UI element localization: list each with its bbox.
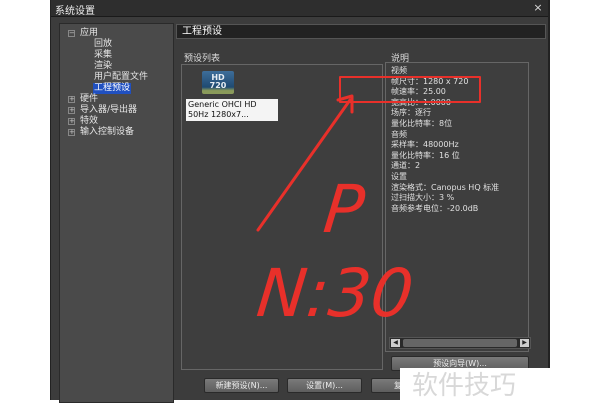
tree-item-capture[interactable]: 采集 [94,50,112,61]
scroll-left-icon[interactable]: ◀ [391,339,400,347]
system-settings-window: 系统设置 × − 应用 回放 采集 渲染 用户配置文件 工程预设 + 硬件 + … [50,0,550,403]
desc-line: 视频 [391,66,407,75]
desc-line: 量化比特率：16 位 [391,150,460,160]
desc-line: 帧尺寸：1280 x 720 [391,76,469,86]
settings-tree: − 应用 回放 采集 渲染 用户配置文件 工程预设 + 硬件 + 导入器/导出器… [59,23,174,403]
tree-item-application[interactable]: 应用 [80,28,98,39]
description-panel: 视频 帧尺寸：1280 x 720 帧速率：25.00 宽高比：1.0000 场… [385,62,529,352]
new-preset-button[interactable]: 新建预设(N)... [204,378,279,393]
expand-toggle-icon[interactable]: + [68,107,75,114]
preset-caption: Generic OHCI HD 50Hz 1280x7... [186,99,278,121]
desc-line: 音频参考电位：-20.0dB [391,203,479,213]
desc-line: 帧速率：25.00 [391,87,446,97]
preset-list-label: 预设列表 [184,54,221,64]
tree-item-user-profile[interactable]: 用户配置文件 [94,72,148,83]
desc-line: 渲染格式：Canopus HQ 标准 [391,182,500,192]
desc-line: 音频 [391,129,407,139]
desc-line: 通道：2 [391,161,421,171]
preset-list: HD 720 Generic OHCI HD 50Hz 1280x7... [181,64,383,370]
desc-line: 量化比特率：8位 [391,118,453,128]
section-header: 工程预设 [176,24,546,39]
settings-button[interactable]: 设置(M)... [287,378,362,393]
desc-line: 场序：逐行 [391,108,431,118]
desc-line: 过扫描大小：3 % [391,193,455,203]
desc-line: 采样率：48000Hz [391,140,459,150]
tree-item-render[interactable]: 渲染 [94,61,112,72]
tree-item-hardware[interactable]: 硬件 [80,94,98,105]
collapse-toggle-icon[interactable]: − [68,30,75,37]
scroll-thumb[interactable] [403,339,517,347]
tree-item-playback[interactable]: 回放 [94,39,112,50]
hd720-icon: HD 720 [202,71,234,94]
close-icon[interactable]: × [532,2,544,14]
scroll-right-icon[interactable]: ▶ [520,339,529,347]
window-title: 系统设置 [55,6,95,17]
tree-item-project-preset[interactable]: 工程预设 [93,83,132,94]
tree-item-input-control[interactable]: 输入控制设备 [80,127,134,138]
desc-line: 设置 [391,171,407,181]
tree-item-effects[interactable]: 特效 [80,116,98,127]
expand-toggle-icon[interactable]: + [68,96,75,103]
desc-line: 宽高比：1.0000 [391,97,451,107]
title-bar: 系统设置 × [51,0,548,17]
expand-toggle-icon[interactable]: + [68,129,75,136]
tree-item-importer-exporter[interactable]: 导入器/导出器 [80,105,137,116]
watermark: 软件技巧 [400,368,600,400]
horizontal-scrollbar[interactable]: ◀ ▶ [389,337,531,349]
expand-toggle-icon[interactable]: + [68,118,75,125]
